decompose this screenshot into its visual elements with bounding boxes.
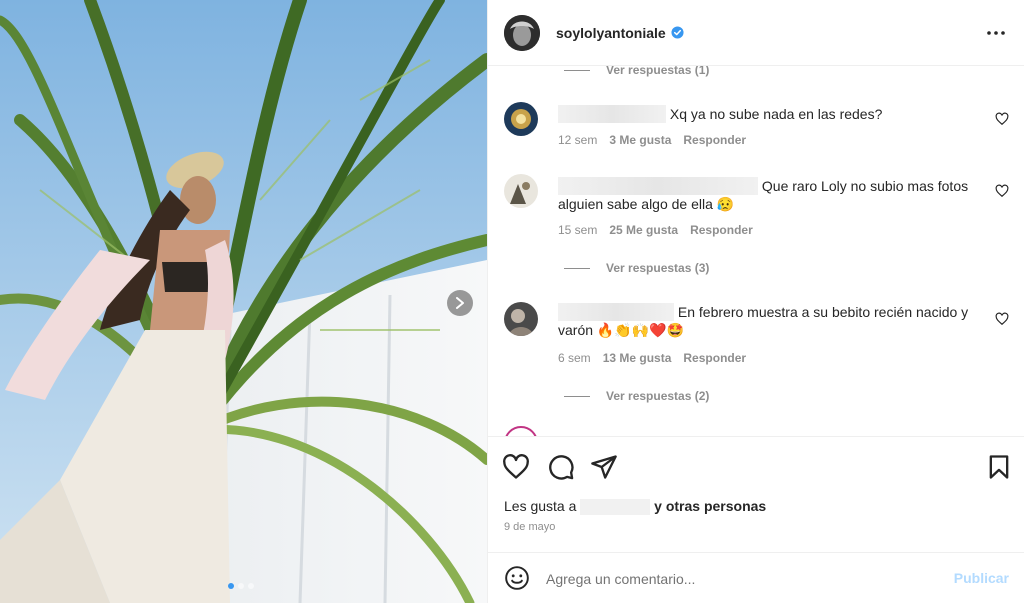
likes-suffix: y otras personas [654, 498, 767, 514]
comment-likes[interactable]: 13 Me gusta [603, 351, 672, 365]
save-bookmark-icon[interactable] [985, 453, 1013, 481]
carousel-dot [228, 583, 234, 589]
view-replies-button[interactable]: Ver respuestas (2) [564, 389, 709, 403]
avatar-image [504, 14, 540, 51]
more-options-button[interactable] [984, 22, 1008, 44]
divider-line [564, 395, 590, 397]
redacted-username [558, 303, 674, 321]
redacted-username [558, 105, 666, 123]
post-header: soylolyantoniale [488, 0, 1024, 66]
commenter-avatar[interactable] [504, 426, 538, 436]
post-image [0, 0, 487, 603]
comment-meta: 12 sem 3 Me gusta Responder [558, 133, 746, 147]
avatar-image [504, 102, 538, 136]
comment-likes[interactable]: 25 Me gusta [609, 223, 678, 237]
view-replies-label: Ver respuestas (1) [606, 66, 710, 77]
ellipsis-icon [987, 31, 1005, 35]
comment-time: 6 sem [558, 351, 591, 365]
likes-summary[interactable]: Les gusta a y otras personas [504, 498, 767, 516]
view-replies-button[interactable]: Ver respuestas (3) [564, 261, 709, 275]
post-details-panel: soylolyantoniale Ver respuestas (1) Xq y… [487, 0, 1024, 603]
view-replies-button[interactable]: Ver respuestas (1) [564, 66, 709, 77]
share-send-icon[interactable] [590, 453, 618, 481]
carousel-indicators [228, 583, 254, 589]
comment-item: Xq ya no sube nada en las redes? 12 sem … [504, 102, 1009, 152]
likes-prefix: Les gusta a [504, 498, 577, 514]
like-heart-icon[interactable] [502, 453, 530, 481]
like-comment-heart-icon[interactable] [995, 184, 1009, 198]
commenter-avatar[interactable] [504, 302, 538, 336]
view-replies-label: Ver respuestas (2) [606, 389, 710, 403]
like-comment-heart-icon[interactable] [995, 312, 1009, 326]
carousel-dot [248, 583, 254, 589]
comments-list: Ver respuestas (1) Xq ya no sube nada en… [488, 66, 1024, 436]
carousel-dot [238, 583, 244, 589]
verified-badge-icon [671, 26, 684, 39]
divider-line [564, 267, 590, 269]
comment-text-line: En febrero muestra a su bebito recién na… [558, 303, 983, 339]
next-slide-button[interactable] [447, 290, 473, 316]
avatar-image [504, 302, 538, 336]
comment-item: En febrero muestra a su bebito recién na… [504, 302, 1009, 372]
comment-text: Xq ya no sube nada en las redes? [669, 106, 883, 122]
avatar-image [504, 174, 538, 208]
add-comment-bar: Publicar [488, 552, 1024, 603]
reply-button[interactable]: Responder [683, 133, 746, 147]
view-replies-label: Ver respuestas (3) [606, 261, 710, 275]
comment-meta: 15 sem 25 Me gusta Responder [558, 223, 753, 237]
reply-button[interactable]: Responder [683, 351, 746, 365]
commenter-avatar[interactable] [504, 174, 538, 208]
chevron-right-icon [456, 297, 464, 309]
comment-input[interactable] [546, 567, 926, 591]
author-avatar[interactable] [504, 14, 540, 51]
publish-button[interactable]: Publicar [954, 570, 1009, 586]
divider-line [564, 69, 590, 71]
redacted-username [558, 177, 758, 195]
redacted-username [580, 499, 651, 516]
author-username[interactable]: soylolyantoniale [556, 25, 666, 41]
post-photo [0, 0, 487, 603]
comment-bubble-icon[interactable] [547, 453, 575, 481]
comment-text-line: Xq ya no sube nada en las redes? [558, 105, 978, 123]
comment-meta: 6 sem 13 Me gusta Responder [558, 351, 746, 365]
comment-text-line: Que raro Loly no subio mas fotos alguien… [558, 177, 983, 213]
post-date: 9 de mayo [504, 521, 556, 533]
comment-likes[interactable]: 3 Me gusta [609, 133, 671, 147]
emoji-icon[interactable] [504, 565, 530, 591]
comment-item: Que raro Loly no subio mas fotos alguien… [504, 174, 1009, 244]
comment-time: 15 sem [558, 223, 598, 237]
commenter-avatar[interactable] [504, 102, 538, 136]
post-actions: Les gusta a y otras personas 9 de mayo [488, 436, 1024, 552]
reply-button[interactable]: Responder [690, 223, 753, 237]
like-comment-heart-icon[interactable] [995, 112, 1009, 126]
comment-time: 12 sem [558, 133, 598, 147]
